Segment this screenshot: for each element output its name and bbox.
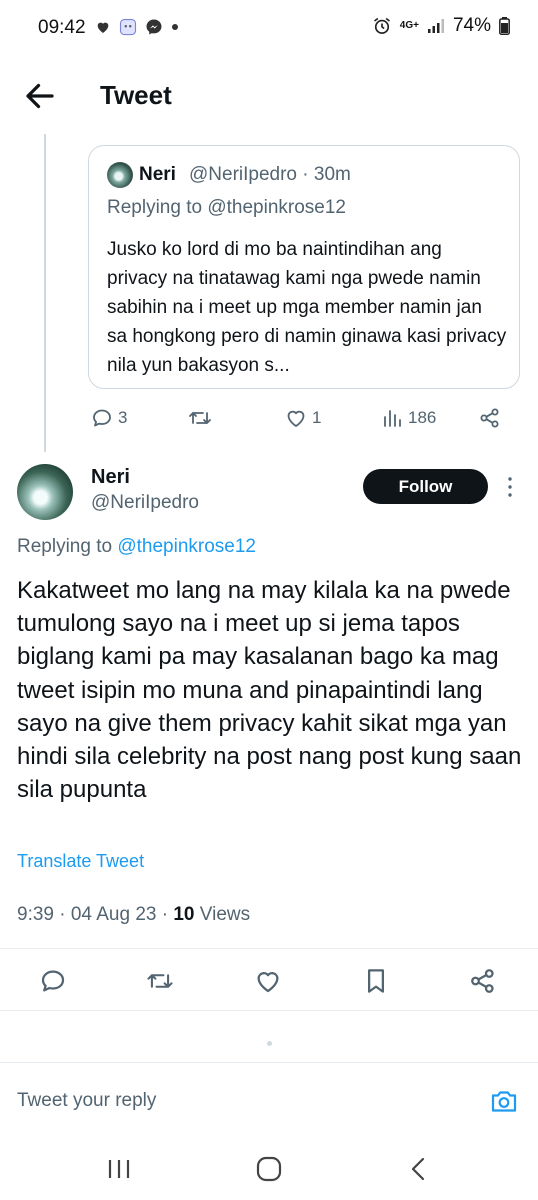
camera-icon[interactable] xyxy=(489,1087,519,1115)
parent-tweet-card[interactable]: Neri @NeriIpedro · 30m Replying to @thep… xyxy=(88,145,520,389)
page-title: Tweet xyxy=(100,80,172,110)
like-count: 1 xyxy=(312,408,322,427)
replying-to: Replying to @thepinkrose12 xyxy=(17,536,256,558)
notification-icons xyxy=(95,18,179,36)
status-time: 09:42 xyxy=(38,17,86,38)
retweet-icon xyxy=(189,412,211,424)
retweet-button[interactable] xyxy=(187,406,213,430)
views-count: 10 xyxy=(173,904,195,925)
follow-button[interactable]: Follow xyxy=(363,469,488,504)
messenger-icon xyxy=(146,19,162,35)
bookmark-icon[interactable] xyxy=(361,966,391,996)
battery-icon xyxy=(499,17,510,35)
reply-icon[interactable] xyxy=(38,966,68,996)
network-label: 4G+ xyxy=(399,20,419,31)
like-button[interactable]: 1 xyxy=(284,406,321,430)
reply-button[interactable]: 3 xyxy=(90,406,127,430)
home-icon[interactable] xyxy=(254,1156,284,1182)
parent-tweet-text: Jusko ko lord di mo ba naintindihan ang … xyxy=(107,239,507,376)
heart-outline-icon xyxy=(287,410,305,427)
author-handle[interactable]: @NeriIpedro xyxy=(91,492,199,514)
divider xyxy=(0,1010,538,1011)
heart-icon xyxy=(97,22,109,33)
share-icon xyxy=(480,408,499,428)
mention-link[interactable]: @thepinkrose12 xyxy=(117,536,256,557)
signal-icon xyxy=(427,19,444,33)
timestamp-text: 9:39 · 04 Aug 23 · xyxy=(17,904,174,925)
status-bar: 09:42 4G+ 74% xyxy=(0,0,538,58)
more-options-icon[interactable] xyxy=(500,474,520,500)
views-count: 186 xyxy=(408,408,437,427)
reply-icon xyxy=(93,409,111,427)
dot-icon xyxy=(172,24,178,30)
loading-dot xyxy=(267,1041,272,1046)
app-icon xyxy=(119,18,137,36)
reply-input[interactable]: Tweet your reply xyxy=(17,1090,156,1112)
back-arrow-icon[interactable] xyxy=(22,78,58,114)
reply-composer[interactable]: Tweet your reply xyxy=(0,1062,538,1139)
back-nav-icon[interactable] xyxy=(404,1156,434,1182)
tweet-actions-bar xyxy=(0,960,538,1000)
avatar[interactable] xyxy=(107,162,133,188)
parent-replying-to: Replying to @thepinkrose12 xyxy=(107,197,346,218)
replying-prefix: Replying to xyxy=(17,536,118,557)
tweet-timestamp: 9:39 · 04 Aug 23 · 10 Views xyxy=(17,904,250,926)
top-app-bar: Tweet xyxy=(0,60,538,132)
system-icons: 4G+ 74% xyxy=(372,15,510,37)
views-label: Views xyxy=(194,904,251,925)
retweet-icon[interactable] xyxy=(145,966,175,996)
author-avatar[interactable] xyxy=(17,464,73,520)
views-button[interactable]: 186 xyxy=(382,406,436,430)
divider xyxy=(0,948,538,949)
analytics-icon xyxy=(384,410,401,427)
parent-author-handle-time: @NeriIpedro · 30m xyxy=(189,164,351,185)
translate-tweet-link[interactable]: Translate Tweet xyxy=(17,851,144,872)
tweet-text: Kakatweet mo lang na may kilala ka na pw… xyxy=(17,577,522,804)
parent-tweet-actions: 3 1 186 xyxy=(88,402,520,436)
system-navigation-bar xyxy=(0,1138,538,1200)
share-button[interactable] xyxy=(478,406,502,430)
share-icon[interactable] xyxy=(468,966,498,996)
reply-count: 3 xyxy=(118,408,128,427)
recent-apps-icon[interactable] xyxy=(104,1156,134,1182)
heart-outline-icon[interactable] xyxy=(253,966,283,996)
battery-percent: 74% xyxy=(452,15,491,36)
thread-connector-line xyxy=(44,134,46,452)
parent-author-name: Neri xyxy=(139,164,176,185)
alarm-icon xyxy=(373,17,390,34)
author-name[interactable]: Neri xyxy=(91,466,130,489)
